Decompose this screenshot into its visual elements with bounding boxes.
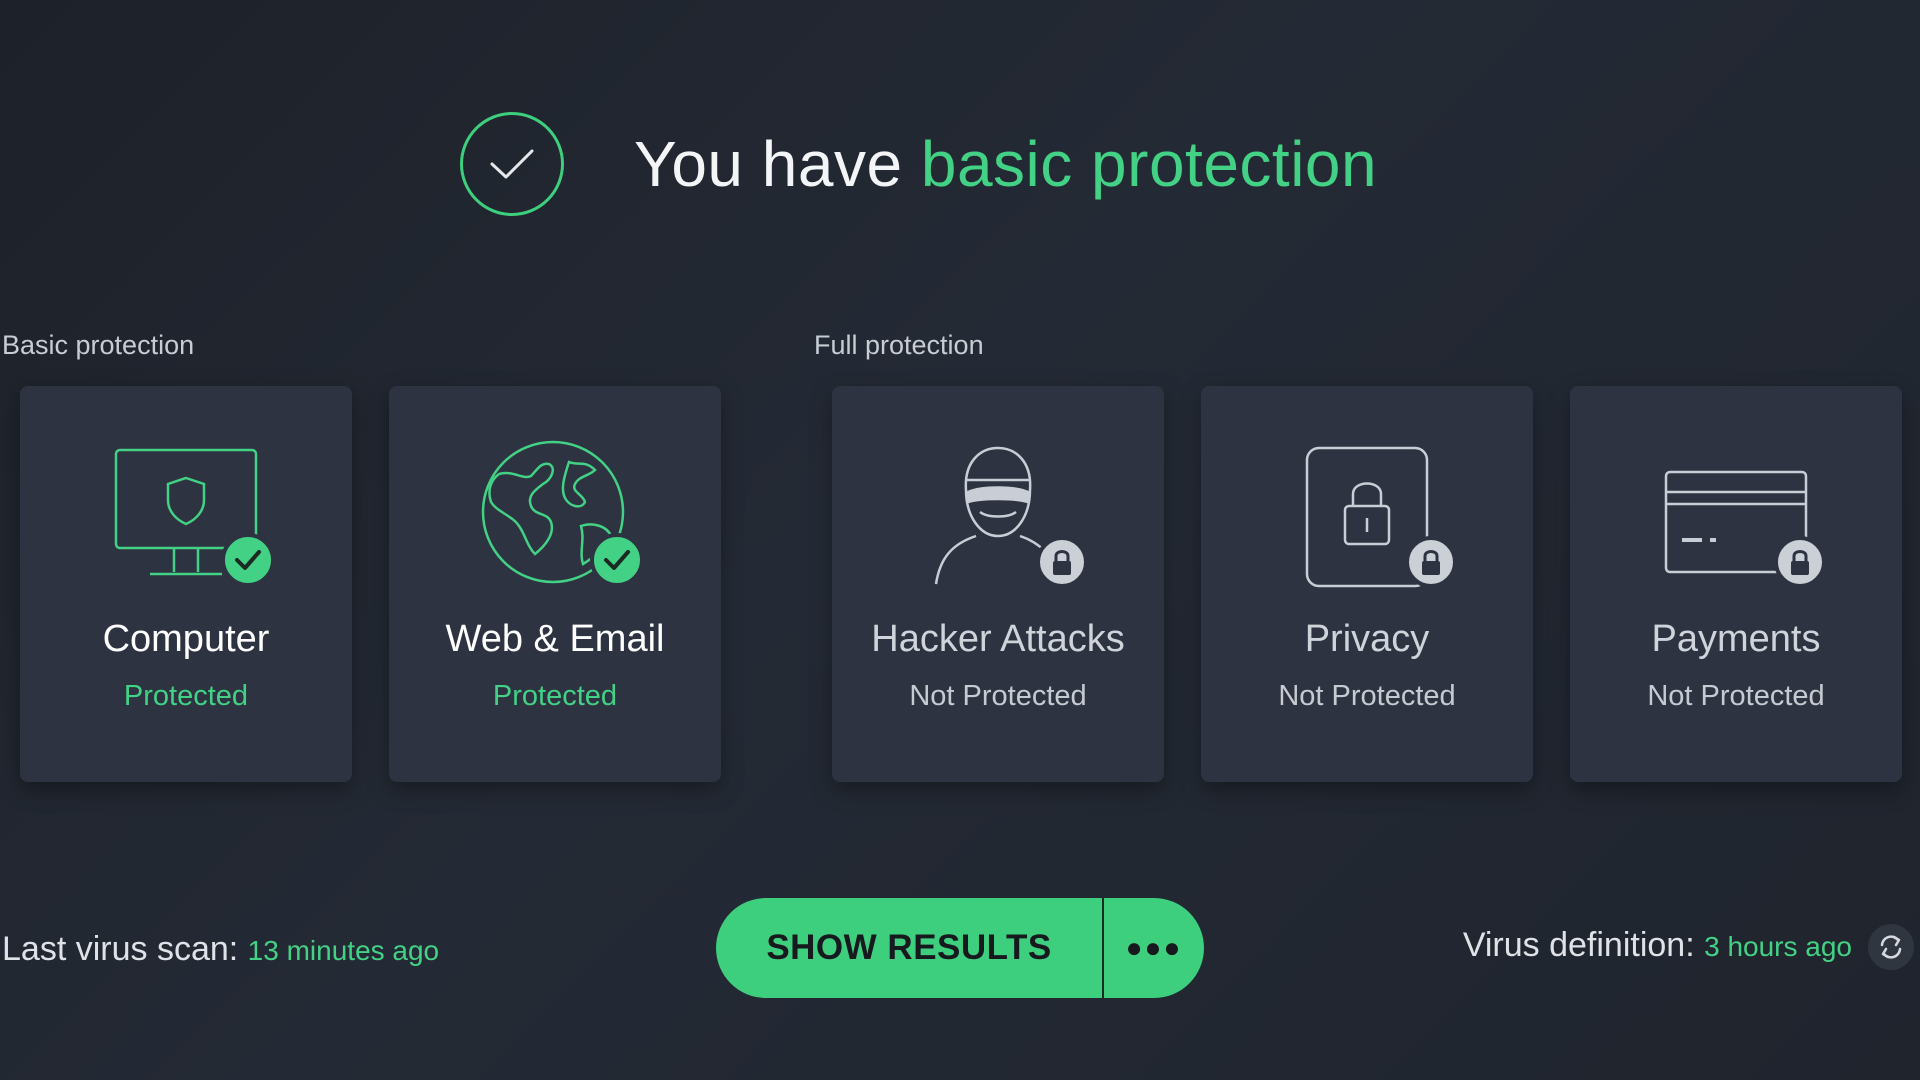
last-scan-value: 13 minutes ago — [247, 935, 440, 966]
card-status: Protected — [123, 680, 249, 712]
virus-definition-value: 3 hours ago — [1704, 931, 1852, 962]
virus-definition-label: Virus definition: — [1462, 926, 1695, 964]
show-results-button[interactable]: SHOW RESULTS — [716, 898, 1104, 998]
card-computer[interactable]: Computer Protected — [20, 386, 352, 782]
full-protection-label: Full protection — [814, 330, 984, 360]
last-scan-label: Last virus scan: — [2, 930, 239, 968]
lock-badge-icon — [1036, 536, 1088, 588]
card-title: Hacker Attacks — [871, 618, 1125, 660]
check-badge-icon — [221, 533, 275, 587]
card-hacker-attacks[interactable]: Hacker Attacks Not Protected — [832, 386, 1164, 782]
card-title: Payments — [1651, 618, 1821, 660]
lock-badge-icon — [1405, 536, 1457, 588]
card-title: Web & Email — [445, 618, 665, 660]
scan-action-group: SHOW RESULTS ●●● — [716, 898, 1204, 998]
lock-badge-icon — [1774, 536, 1826, 588]
refresh-icon — [1880, 935, 1902, 959]
refresh-definitions-button[interactable] — [1868, 924, 1914, 970]
card-web-email[interactable]: Web & Email Protected — [389, 386, 721, 782]
page-title: You have basic protection — [634, 127, 1377, 201]
status-check-icon — [460, 112, 564, 216]
virus-definition: Virus definition: 3 hours ago — [1463, 926, 1852, 965]
card-status: Not Protected — [1647, 680, 1825, 712]
protection-status-header: You have basic protection — [460, 112, 1377, 216]
last-virus-scan: Last virus scan: 13 minutes ago — [2, 930, 439, 969]
title-prefix: You have — [634, 128, 903, 200]
card-status: Protected — [492, 680, 618, 712]
basic-protection-label: Basic protection — [2, 330, 195, 360]
title-accent: basic protection — [920, 128, 1378, 200]
card-privacy[interactable]: Privacy Not Protected — [1201, 386, 1533, 782]
hacker-icon — [934, 446, 1047, 585]
card-title: Computer — [102, 618, 270, 660]
card-payments[interactable]: Payments Not Protected — [1570, 386, 1902, 782]
more-options-button[interactable]: ●●● — [1104, 898, 1204, 998]
check-badge-icon — [590, 533, 644, 587]
card-title: Privacy — [1304, 618, 1430, 660]
card-status: Not Protected — [1278, 680, 1456, 712]
card-status: Not Protected — [909, 680, 1087, 712]
